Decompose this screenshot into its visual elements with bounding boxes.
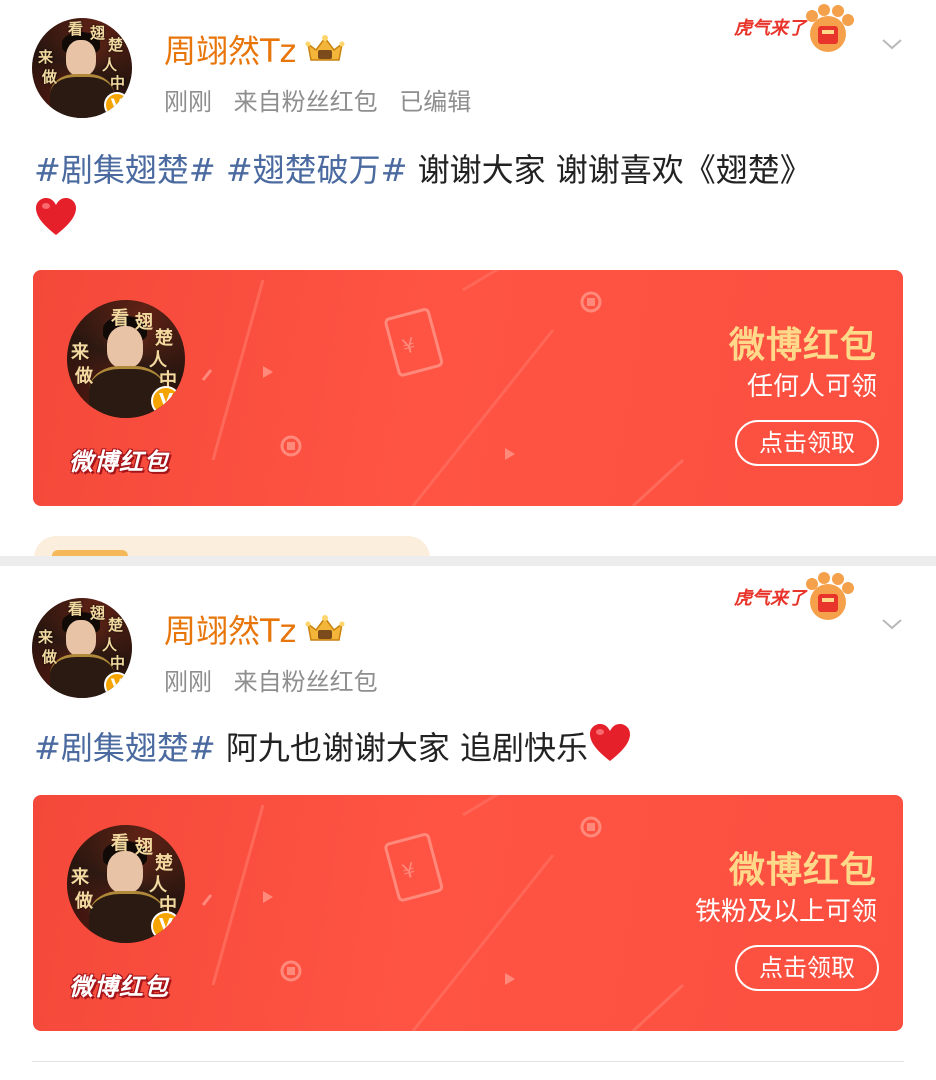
avatar-char: 翅 xyxy=(135,837,153,858)
red-packet-subtitle: 铁粉及以上可领 xyxy=(694,897,877,927)
post-meta: 刚刚 来自粉丝红包 xyxy=(164,662,392,697)
avatar-char: 做 xyxy=(75,891,93,912)
verified-badge-icon: V xyxy=(151,911,181,941)
heart-emoji-icon xyxy=(588,723,632,778)
topic-link[interactable]: #剧集翅楚# xyxy=(34,729,216,767)
username[interactable]: 周翊然Tz xyxy=(164,26,346,72)
next-item-preview xyxy=(34,536,430,556)
post-text: #剧集翅楚# 阿九也谢谢大家 追剧快乐 xyxy=(34,722,906,778)
weibo-post: 来 看 翅 楚 做 人 中 V 周翊然Tz 刚刚 来自粉丝红包 虎气来了 #剧集… xyxy=(0,566,936,1080)
username-text: 周翊然Tz xyxy=(164,32,297,70)
avatar-char: 来 xyxy=(71,867,89,888)
post-body: 谢谢大家 谢谢喜欢《翅楚》 xyxy=(417,151,812,189)
tiger-text: 虎气来了 xyxy=(733,588,808,609)
red-packet-card[interactable]: ¥ 来 看 翅 楚 做 人 中 V 微博红包 微博红包 任何人可领 点击领取 xyxy=(33,270,903,506)
svg-text:¥: ¥ xyxy=(400,857,419,883)
avatar-char: 翅 xyxy=(90,24,106,42)
post-source: 来自粉丝红包 xyxy=(233,88,378,116)
post-body: 阿九也谢谢大家 追剧快乐 xyxy=(225,729,588,767)
crown-badge-icon[interactable] xyxy=(304,614,346,644)
avatar-char: 看 xyxy=(68,20,84,38)
red-packet-logo: 微博红包 xyxy=(69,448,169,476)
red-packet-card[interactable]: ¥ 来 看 翅 楚 做 人 中 V 微博红包 微博红包 铁粉及以上可领 点击领取 xyxy=(33,795,903,1031)
avatar-char: 看 xyxy=(111,833,129,854)
card-avatar: 来 看 翅 楚 做 人 中 V xyxy=(67,300,185,418)
card-avatar: 来 看 翅 楚 做 人 中 V xyxy=(67,825,185,943)
topic-link[interactable]: #翅楚破万# xyxy=(226,151,408,189)
chevron-down-icon[interactable] xyxy=(880,612,904,636)
red-packet-subtitle: 任何人可领 xyxy=(746,372,877,402)
weibo-post: 来 看 翅 楚 做 人 中 V 周翊然Tz 刚刚 来自粉丝红包 已编辑 虎气来了 xyxy=(0,0,936,556)
user-avatar[interactable]: 来 看 翅 楚 做 人 中 V xyxy=(32,598,132,698)
avatar-char: 来 xyxy=(38,628,54,646)
red-packet-title: 微博红包 xyxy=(728,325,877,366)
crown-badge-icon[interactable] xyxy=(304,34,346,64)
avatar-char: 做 xyxy=(42,68,58,86)
verified-badge-icon: V xyxy=(104,672,130,698)
divider xyxy=(32,1061,904,1062)
claim-button[interactable]: 点击领取 xyxy=(735,945,879,991)
chevron-down-icon[interactable] xyxy=(880,32,904,56)
post-source: 来自粉丝红包 xyxy=(233,668,378,696)
avatar-char: 人 xyxy=(102,636,118,654)
tiger-paw-icon: 虎气来了 xyxy=(730,4,860,60)
verified-badge-icon: V xyxy=(151,386,181,416)
claim-button[interactable]: 点击领取 xyxy=(735,420,879,466)
avatar-char: 看 xyxy=(111,308,129,329)
post-text: #剧集翅楚# #翅楚破万# 谢谢大家 谢谢喜欢《翅楚》 xyxy=(34,144,906,252)
avatar-char: 翅 xyxy=(90,604,106,622)
avatar-char: 做 xyxy=(75,366,93,387)
username-text: 周翊然Tz xyxy=(164,612,297,650)
post-time: 刚刚 xyxy=(164,668,212,696)
avatar-char: 人 xyxy=(102,56,118,74)
red-packet-title: 微博红包 xyxy=(728,850,877,891)
tiger-text: 虎气来了 xyxy=(733,18,808,39)
avatar-char: 楚 xyxy=(108,616,124,634)
heart-emoji-icon xyxy=(34,197,78,252)
avatar-char: 做 xyxy=(42,648,58,666)
avatar-char: 看 xyxy=(68,600,84,618)
red-packet-logo: 微博红包 xyxy=(69,973,169,1001)
avatar-char: 中 xyxy=(110,654,126,672)
topic-link[interactable]: #剧集翅楚# xyxy=(34,151,216,189)
verified-badge-icon: V xyxy=(104,92,130,118)
avatar-char: 来 xyxy=(38,48,54,66)
post-time: 刚刚 xyxy=(164,88,212,116)
username[interactable]: 周翊然Tz xyxy=(164,606,346,652)
user-avatar[interactable]: 来 看 翅 楚 做 人 中 V xyxy=(32,18,132,118)
svg-text:¥: ¥ xyxy=(400,332,419,358)
avatar-char: 楚 xyxy=(108,36,124,54)
post-separator xyxy=(0,556,936,566)
avatar-char: 翅 xyxy=(135,312,153,333)
avatar-char: 来 xyxy=(71,342,89,363)
tiger-paw-icon: 虎气来了 xyxy=(730,570,860,626)
post-meta: 刚刚 来自粉丝红包 已编辑 xyxy=(164,82,485,117)
edited-label: 已编辑 xyxy=(399,88,472,116)
avatar-char: 中 xyxy=(110,74,126,92)
